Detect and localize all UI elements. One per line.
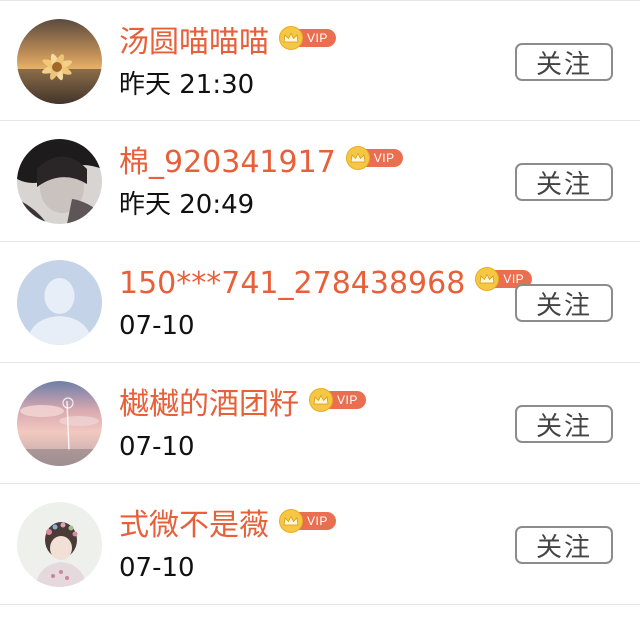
name-line: 150***741_278438968 VIP bbox=[119, 262, 533, 306]
user-name[interactable]: 棉_920341917 bbox=[119, 141, 336, 185]
vip-badge: VIP bbox=[345, 146, 403, 170]
sunset-flower-avatar bbox=[17, 19, 102, 104]
dark-portrait-avatar bbox=[17, 139, 102, 224]
user-name[interactable]: 汤圆喵喵喵 bbox=[119, 21, 269, 65]
user-name[interactable]: 樾樾的酒团籽 bbox=[119, 383, 299, 427]
user-name[interactable]: 150***741_278438968 bbox=[119, 262, 465, 306]
follow-button[interactable]: 关注 bbox=[515, 163, 613, 201]
list-item[interactable]: 樾樾的酒团籽 VIP 07-10 关注 bbox=[0, 363, 640, 484]
name-line: 汤圆喵喵喵 VIP bbox=[119, 21, 336, 65]
user-name[interactable]: 式微不是薇 bbox=[119, 504, 269, 548]
crown-icon bbox=[345, 146, 370, 170]
follower-list: 汤圆喵喵喵 VIP 昨天 21:30 关注 棉_920341917 VIP 昨天… bbox=[0, 0, 640, 605]
timestamp: 07-10 bbox=[119, 553, 195, 583]
crown-icon bbox=[279, 26, 303, 50]
name-line: 式微不是薇 VIP bbox=[119, 504, 336, 548]
list-item[interactable]: 式微不是薇 VIP 07-10 关注 bbox=[0, 484, 640, 605]
user-avatar[interactable] bbox=[17, 502, 102, 587]
name-line: 棉_920341917 VIP bbox=[119, 141, 403, 185]
follow-button[interactable]: 关注 bbox=[515, 43, 613, 81]
vip-badge: VIP bbox=[309, 388, 366, 412]
pink-sky-avatar bbox=[17, 381, 102, 466]
list-item[interactable]: 150***741_278438968 VIP 07-10 关注 bbox=[0, 242, 640, 363]
user-avatar[interactable] bbox=[17, 19, 102, 104]
timestamp: 07-10 bbox=[119, 311, 195, 341]
name-line: 樾樾的酒团籽 VIP bbox=[119, 383, 366, 427]
list-item[interactable]: 棉_920341917 VIP 昨天 20:49 关注 bbox=[0, 121, 640, 242]
girl-flower-crown-avatar bbox=[17, 502, 102, 587]
timestamp: 昨天 20:49 bbox=[119, 190, 255, 220]
crown-icon bbox=[279, 509, 303, 533]
follow-button[interactable]: 关注 bbox=[515, 526, 613, 564]
timestamp: 07-10 bbox=[119, 432, 195, 462]
default-person-avatar bbox=[17, 260, 102, 345]
timestamp: 昨天 21:30 bbox=[119, 70, 255, 100]
user-avatar[interactable] bbox=[17, 260, 102, 345]
vip-badge: VIP bbox=[279, 509, 336, 533]
vip-badge: VIP bbox=[279, 26, 336, 50]
follow-button[interactable]: 关注 bbox=[515, 284, 613, 322]
follow-button[interactable]: 关注 bbox=[515, 405, 613, 443]
crown-icon bbox=[309, 388, 333, 412]
list-item[interactable]: 汤圆喵喵喵 VIP 昨天 21:30 关注 bbox=[0, 0, 640, 121]
user-avatar[interactable] bbox=[17, 381, 102, 466]
user-avatar[interactable] bbox=[17, 139, 102, 224]
